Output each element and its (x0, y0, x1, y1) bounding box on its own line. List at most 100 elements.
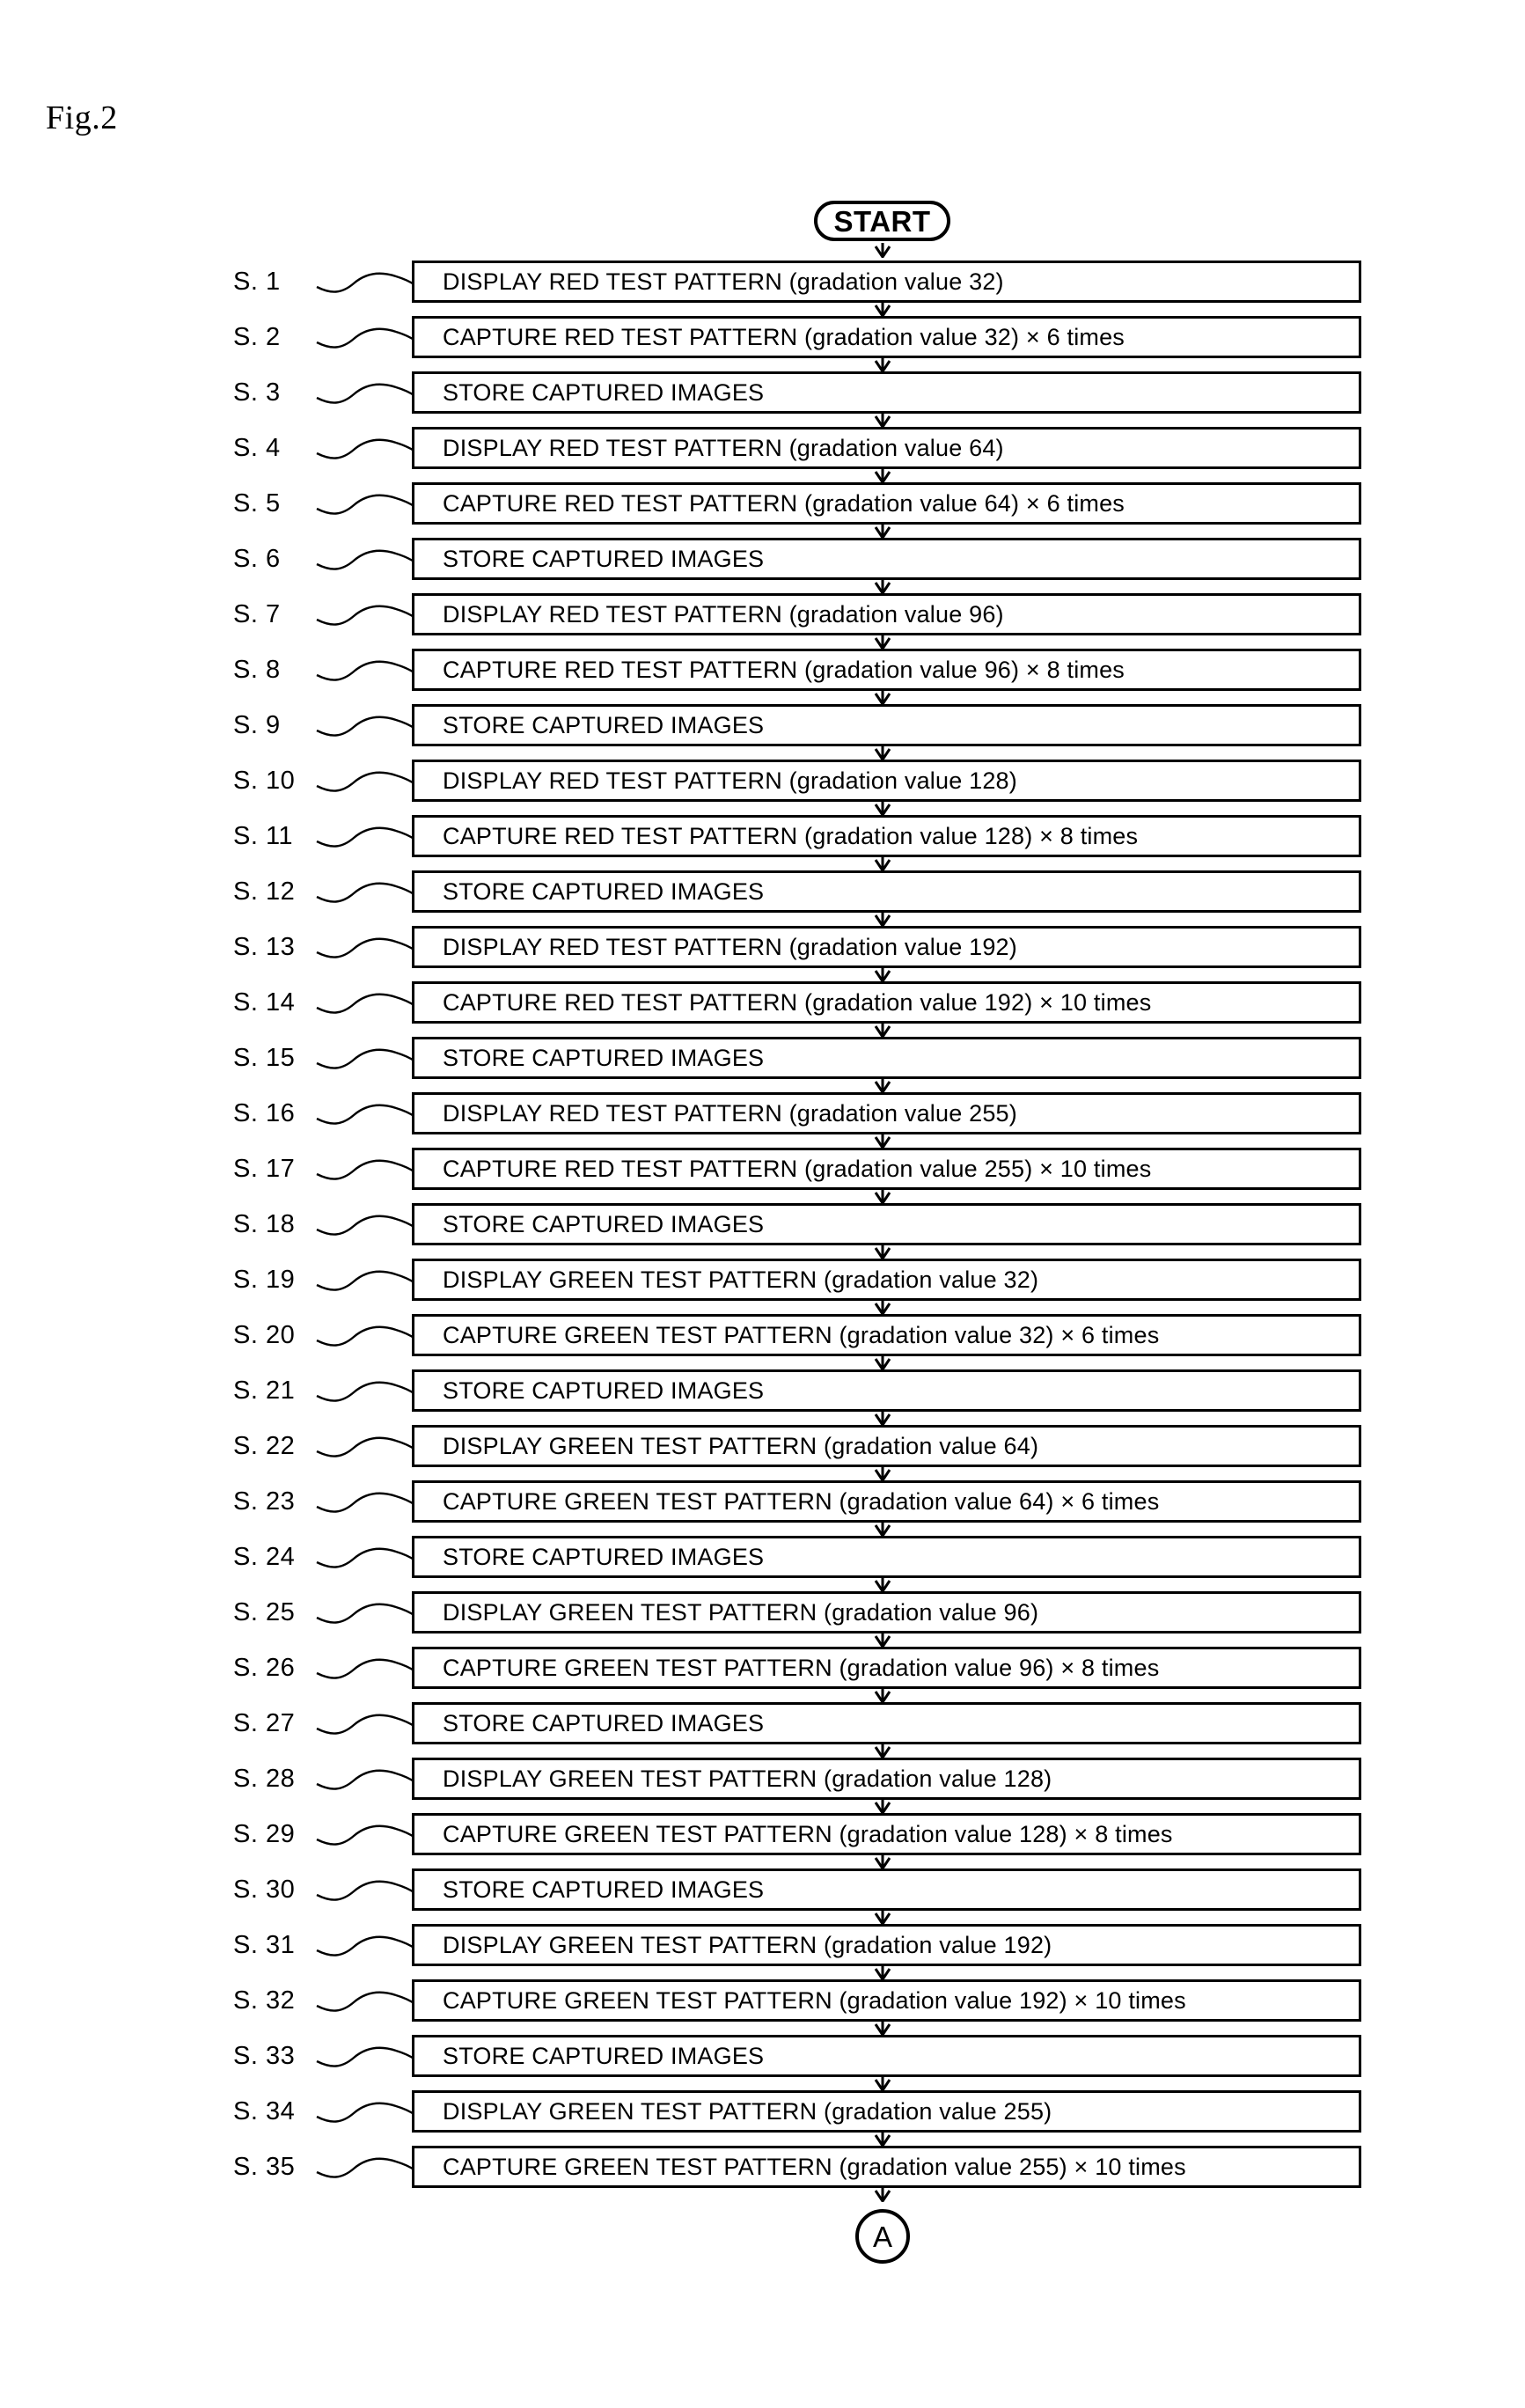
step-id-label: S. 19 (233, 1265, 296, 1294)
figure-caption: Fig.2 (46, 99, 118, 136)
leader-line (316, 438, 416, 459)
flowchart-step-row: S. 3 STORE CAPTURED IMAGES (0, 371, 1525, 414)
flowchart-step-row: S. 31 DISPLAY GREEN TEST PATTERN (gradati… (0, 1924, 1525, 1966)
step-id-label: S. 20 (233, 1320, 296, 1349)
step-box: DISPLAY RED TEST PATTERN (gradation valu… (412, 926, 1361, 968)
flowchart-step-row: S. 10 DISPLAY RED TEST PATTERN (gradation… (0, 760, 1525, 802)
step-box: DISPLAY GREEN TEST PATTERN (gradation va… (412, 1259, 1361, 1301)
flow-arrow (874, 302, 891, 317)
step-id-label: S. 14 (233, 987, 296, 1017)
leader-line (316, 1769, 416, 1790)
flowchart-step-row: S. 5 CAPTURE RED TEST PATTERN (gradation … (0, 482, 1525, 525)
leader-line (316, 937, 416, 958)
connector-a: A (855, 2209, 910, 2264)
flowchart-step-row: S. 29 CAPTURE GREEN TEST PATTERN (gradati… (0, 1813, 1525, 1855)
step-text: DISPLAY RED TEST PATTERN (gradation valu… (443, 268, 1004, 295)
step-box: CAPTURE RED TEST PATTERN (gradation valu… (412, 981, 1361, 1024)
step-text: DISPLAY RED TEST PATTERN (gradation valu… (443, 933, 1017, 960)
step-text: STORE CAPTURED IMAGES (443, 545, 765, 572)
leader-line (316, 1325, 416, 1347)
flow-arrow (874, 1023, 891, 1038)
flowchart-step-row: S. 25 DISPLAY GREEN TEST PATTERN (gradati… (0, 1591, 1525, 1633)
flowchart-step-row: S. 6 STORE CAPTURED IMAGES (0, 538, 1525, 580)
leader-line (316, 272, 416, 293)
step-text: STORE CAPTURED IMAGES (443, 1543, 765, 1570)
leader-line (316, 2046, 416, 2067)
step-box: STORE CAPTURED IMAGES (412, 704, 1361, 746)
step-id-label: S. 27 (233, 1708, 296, 1737)
step-box: STORE CAPTURED IMAGES (412, 371, 1361, 414)
flow-arrow (874, 635, 891, 650)
flowchart-step-row: S. 4 DISPLAY RED TEST PATTERN (gradation … (0, 427, 1525, 469)
step-box: STORE CAPTURED IMAGES (412, 1203, 1361, 1245)
leader-line (316, 1603, 416, 1624)
leader-line (316, 1824, 416, 1846)
figure-page: Fig.2 START S. 1 DISPLAY RED TEST PATTERN… (0, 0, 1525, 2408)
step-text: STORE CAPTURED IMAGES (443, 1876, 765, 1903)
flowchart-step-row: S. 19 DISPLAY GREEN TEST PATTERN (gradati… (0, 1259, 1525, 1301)
step-id-label: S. 32 (233, 1986, 296, 2015)
leader-line (316, 549, 416, 570)
leader-line (316, 1547, 416, 1568)
step-id-label: S. 21 (233, 1376, 296, 1405)
step-id-label: S. 9 (233, 710, 281, 739)
step-box: CAPTURE GREEN TEST PATTERN (gradation va… (412, 1647, 1361, 1689)
step-id-label: S. 17 (233, 1154, 296, 1183)
step-box: CAPTURE GREEN TEST PATTERN (gradation va… (412, 1979, 1361, 2022)
leader-line (316, 1159, 416, 1180)
step-text: STORE CAPTURED IMAGES (443, 378, 765, 406)
step-id-label: S. 10 (233, 766, 296, 795)
flowchart-step-row: S. 24 STORE CAPTURED IMAGES (0, 1536, 1525, 1578)
flowchart-step-row: S. 33 STORE CAPTURED IMAGES (0, 2035, 1525, 2077)
leader-line (316, 383, 416, 404)
step-box: DISPLAY GREEN TEST PATTERN (gradation va… (412, 1591, 1361, 1633)
step-text: CAPTURE RED TEST PATTERN (gradation valu… (443, 988, 1152, 1016)
step-id-label: S. 24 (233, 1542, 296, 1571)
step-text: STORE CAPTURED IMAGES (443, 1210, 765, 1237)
leader-line (316, 327, 416, 349)
step-box: CAPTURE RED TEST PATTERN (gradation valu… (412, 316, 1361, 358)
step-text: STORE CAPTURED IMAGES (443, 1709, 765, 1736)
flow-arrow (874, 1078, 891, 1093)
flowchart-step-row: S. 14 CAPTURE RED TEST PATTERN (gradation… (0, 981, 1525, 1024)
connector-a-label: A (872, 2220, 892, 2253)
step-id-label: S. 11 (233, 821, 294, 850)
flow-arrow (874, 690, 891, 705)
flow-arrow (874, 1910, 891, 1925)
step-text: CAPTURE RED TEST PATTERN (gradation valu… (443, 489, 1125, 517)
step-text: DISPLAY GREEN TEST PATTERN (gradation va… (443, 1432, 1039, 1459)
leader-line (316, 771, 416, 792)
flowchart-step-row: S. 16 DISPLAY RED TEST PATTERN (gradation… (0, 1092, 1525, 1134)
leader-line (316, 1048, 416, 1069)
flowchart-step-row: S. 12 STORE CAPTURED IMAGES (0, 870, 1525, 913)
flowchart-step-row: S. 13 DISPLAY RED TEST PATTERN (gradation… (0, 926, 1525, 968)
step-id-label: S. 8 (233, 655, 281, 684)
flowchart-step-row: S. 18 STORE CAPTURED IMAGES (0, 1203, 1525, 1245)
flowchart-step-row: S. 32 CAPTURE GREEN TEST PATTERN (gradati… (0, 1979, 1525, 2022)
step-text: CAPTURE GREEN TEST PATTERN (gradation va… (443, 1487, 1160, 1515)
step-text: DISPLAY RED TEST PATTERN (gradation valu… (443, 1099, 1017, 1127)
leader-line (316, 2157, 416, 2178)
step-id-label: S. 18 (233, 1209, 296, 1238)
step-id-label: S. 13 (233, 932, 296, 961)
leader-line (316, 1991, 416, 2012)
step-box: STORE CAPTURED IMAGES (412, 1702, 1361, 1744)
step-box: STORE CAPTURED IMAGES (412, 1536, 1361, 1578)
flowchart-step-row: S. 11 CAPTURE RED TEST PATTERN (gradation… (0, 815, 1525, 857)
leader-line (316, 716, 416, 737)
flow-arrow (874, 801, 891, 816)
step-box: CAPTURE GREEN TEST PATTERN (gradation va… (412, 1314, 1361, 1356)
flow-arrow (874, 745, 891, 760)
flow-arrow (874, 1411, 891, 1426)
step-id-label: S. 28 (233, 1764, 296, 1793)
leader-line (316, 1714, 416, 1735)
leader-line (316, 1104, 416, 1125)
flow-arrow (874, 1189, 891, 1204)
step-text: CAPTURE RED TEST PATTERN (gradation valu… (443, 656, 1125, 683)
step-box: CAPTURE RED TEST PATTERN (gradation valu… (412, 482, 1361, 525)
step-box: STORE CAPTURED IMAGES (412, 2035, 1361, 2077)
step-id-label: S. 25 (233, 1597, 296, 1626)
step-id-label: S. 4 (233, 433, 281, 462)
step-text: CAPTURE RED TEST PATTERN (gradation valu… (443, 323, 1125, 350)
step-text: STORE CAPTURED IMAGES (443, 711, 765, 738)
